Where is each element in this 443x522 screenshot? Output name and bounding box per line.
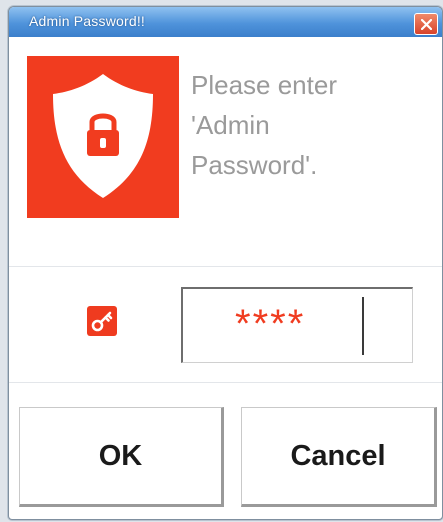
text-caret [362, 297, 364, 355]
cancel-button[interactable]: Cancel [241, 407, 437, 507]
prompt-message: Please enter 'Admin Password'. [191, 65, 411, 185]
window-title: Admin Password!! [29, 13, 146, 29]
password-value: **** [235, 302, 306, 346]
prompt-line-1: Please enter [191, 70, 337, 100]
password-input[interactable]: **** [181, 287, 413, 363]
divider-top [9, 266, 442, 267]
prompt-line-2: 'Admin [191, 110, 270, 140]
shield-tile [27, 56, 179, 218]
shield-lock-icon [53, 74, 153, 198]
key-icon [87, 306, 117, 336]
close-icon [421, 19, 432, 30]
dialog-body: Please enter 'Admin Password'. **** OK C… [9, 37, 442, 519]
prompt-line-3: Password'. [191, 150, 318, 180]
ok-button[interactable]: OK [19, 407, 224, 507]
close-button[interactable] [414, 13, 438, 35]
admin-password-dialog: Admin Password!! Please enter 'Admin Pas… [8, 6, 443, 520]
key-glyph [91, 311, 113, 332]
title-bar[interactable]: Admin Password!! [9, 7, 442, 37]
divider-bottom [9, 382, 442, 383]
